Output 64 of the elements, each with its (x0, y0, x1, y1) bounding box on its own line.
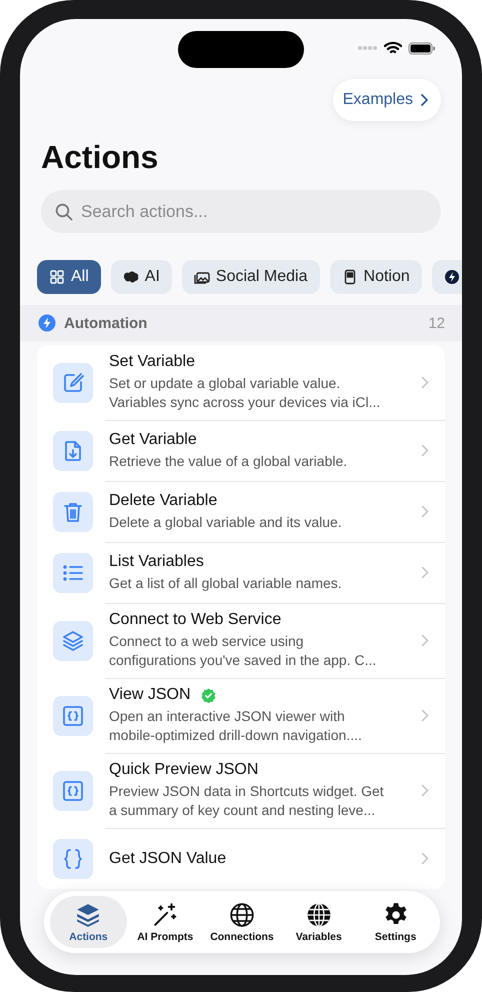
action-description: Connect to a web service using configurations you've saved in the app. C... (109, 632, 378, 670)
chevron-right-icon (421, 444, 429, 457)
action-description: Delete a global variable and its value. (109, 512, 343, 532)
action-title: Delete Variable (109, 492, 218, 510)
action-title: Quick Preview JSON (109, 761, 258, 779)
list-icon (53, 552, 93, 592)
action-title: Get JSON Value (109, 850, 226, 868)
braces-icon (53, 770, 93, 810)
edit-icon (53, 362, 93, 402)
action-description: Preview JSON data in Shortcuts widget. Get a summary of key count and nesting leve... (109, 782, 385, 820)
chevron-right-icon (421, 784, 429, 797)
filter-chip[interactable]: Notion (330, 260, 422, 294)
tab-item[interactable]: AI Prompts (126, 896, 204, 948)
action-row[interactable]: View JSON Open an interactive JSON viewer with mobile-optimized drill-down navigation.... (37, 678, 445, 753)
layers-icon (75, 902, 102, 928)
action-row[interactable]: Get Variable Retrieve the value of a global variable. (37, 420, 445, 481)
chevron-right-icon (421, 505, 429, 518)
action-title: Connect to Web Service (109, 611, 282, 629)
action-row[interactable]: Set Variable Set or update a global variable value. Variables sync across your devices via iCl... (37, 345, 445, 420)
action-title: View JSON (109, 686, 191, 704)
grid-icon (49, 269, 65, 285)
action-row[interactable]: List Variables Get a list of all global variable names. (37, 542, 445, 603)
tab-item[interactable]: Actions (50, 896, 127, 948)
action-row[interactable]: Quick Preview JSON Preview JSON data in Shortcuts widget. Get a summary of key count and nesting leve... (37, 753, 445, 828)
trash-icon (53, 492, 93, 532)
chevron-right-icon (421, 852, 429, 865)
tab-item[interactable]: Connections (204, 896, 280, 948)
chevron-right-icon (421, 566, 429, 579)
search-field[interactable]: Search actions... (41, 190, 441, 233)
filter-chip[interactable]: All (37, 260, 101, 294)
globe-icon (306, 902, 332, 928)
braces-icon (53, 696, 93, 736)
action-description: Retrieve the value of a global variable. (109, 452, 348, 470)
action-row[interactable]: Delete Variable Delete a global variable and its value. (37, 481, 445, 542)
action-title: List Variables (109, 552, 204, 570)
tab-item[interactable]: Variables (280, 896, 358, 948)
action-row[interactable]: Connect to Web Service Connect to a web service using configurations you've saved in the app. C... (37, 603, 445, 678)
section-count: 12 (428, 314, 445, 332)
action-title: Set Variable (109, 353, 195, 371)
lightning-icon (444, 269, 460, 285)
layers-icon (53, 620, 93, 660)
filter-chip[interactable]: AI (110, 260, 172, 294)
magic-wand-icon (152, 902, 178, 928)
action-row[interactable]: Get JSON Value (37, 828, 445, 889)
page-title: Actions (41, 139, 160, 176)
section-title: Automation (64, 314, 148, 332)
chevron-right-icon (420, 93, 429, 107)
signal-icon (358, 45, 378, 51)
globe-icon (228, 902, 255, 928)
action-description: Set or update a global variable value. Variables sync across your devices via iCl... (109, 374, 382, 412)
wifi-icon (384, 41, 402, 55)
chevron-right-icon (421, 709, 429, 722)
examples-button[interactable]: Examples (332, 79, 441, 121)
action-title: Get Variable (109, 430, 197, 448)
filter-chip[interactable]: Social Media (182, 260, 320, 294)
lightning-icon (38, 314, 56, 332)
chevron-right-icon (421, 634, 429, 647)
action-description: Get a list of all global variable names. (109, 574, 343, 592)
action-description: Open an interactive JSON viewer with mobile-optimized drill-down navigation.... (109, 707, 363, 745)
chevron-right-icon (421, 376, 429, 389)
braces-icon (53, 838, 93, 878)
download-icon (53, 430, 93, 470)
battery-icon (408, 42, 436, 54)
tab-item[interactable]: Settings (357, 896, 434, 948)
